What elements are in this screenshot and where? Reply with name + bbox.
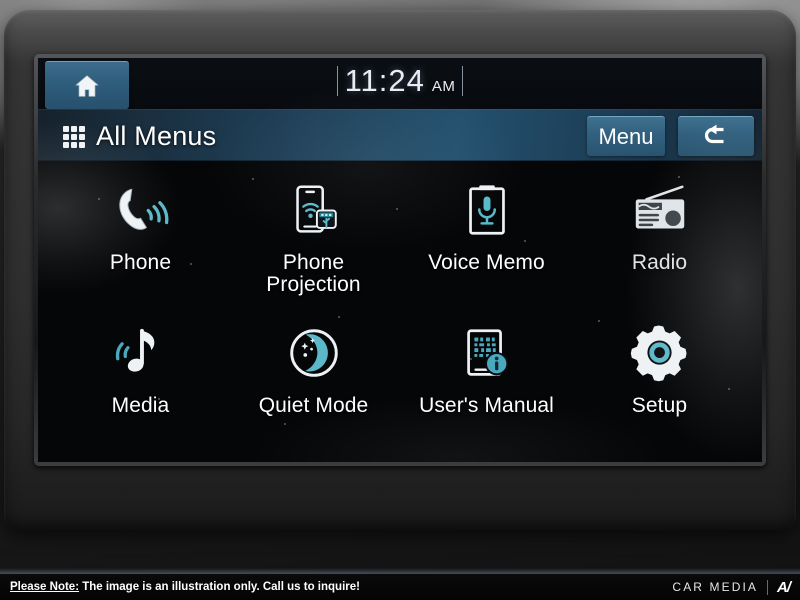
disclaimer-text: Please Note: The image is an illustratio… [10,581,360,593]
app-label: Phone Projection [266,251,361,297]
brand-logo: CAR MEDIA A/ [672,578,791,596]
radio-icon [629,179,691,243]
app-label: Phone [109,251,172,274]
app-label: Radio [631,251,688,274]
disclaimer-body: The image is an illustration only. Call … [79,581,360,593]
app-tile-media[interactable]: Media [54,310,227,453]
page-title: All Menus [96,120,217,151]
brand-divider [767,579,768,595]
app-tile-voice-memo[interactable]: Voice Memo [400,167,573,310]
app-tile-setup[interactable]: Setup [573,310,746,453]
infotainment-screen: 11:24 AM All Menus Menu Phone Phone Proj… [38,58,762,462]
phone-handset-icon [110,179,172,243]
app-label: User's Manual [419,393,554,417]
menu-button[interactable]: Menu [587,116,665,156]
clock-separator-left [336,65,338,96]
clock-meridiem: AM [431,78,456,95]
app-tile-quiet-mode[interactable]: Quiet Mode [227,310,400,453]
disclaimer-bar: Please Note: The image is an illustratio… [0,568,800,600]
app-tile-radio[interactable]: Radio [573,167,746,310]
app-tile-phone-projection[interactable]: Phone Projection [227,167,400,310]
users-manual-icon [456,322,518,386]
back-button[interactable] [678,116,754,156]
grid-icon [63,126,85,148]
app-grid: Phone Phone Projection Voice Memo Radio … [38,161,762,462]
phone-projection-icon [283,179,345,243]
clock-time: 11:24 [344,63,425,98]
clock-separator-right [462,65,464,96]
brand-mark-icon: A/ [777,578,791,596]
status-bar: 11:24 AM [38,58,762,109]
clock: 11:24 AM [38,65,762,96]
app-tile-phone[interactable]: Phone [54,167,227,310]
music-note-icon [110,322,172,386]
app-label: Setup [631,393,688,417]
app-label: Voice Memo [428,251,545,274]
brand-name: CAR MEDIA [672,580,758,594]
app-label: Media [111,393,170,417]
moon-icon [283,322,345,386]
back-arrow-icon [704,124,724,143]
disclaimer-prefix: Please Note: [10,581,80,593]
gear-icon [629,322,691,386]
voice-memo-icon [456,179,518,243]
title-bar: All Menus Menu [38,109,762,161]
app-label: Quiet Mode [258,393,369,417]
photograph: 11:24 AM All Menus Menu Phone Phone Proj… [0,0,800,600]
app-tile-users-manual[interactable]: User's Manual [400,310,573,453]
